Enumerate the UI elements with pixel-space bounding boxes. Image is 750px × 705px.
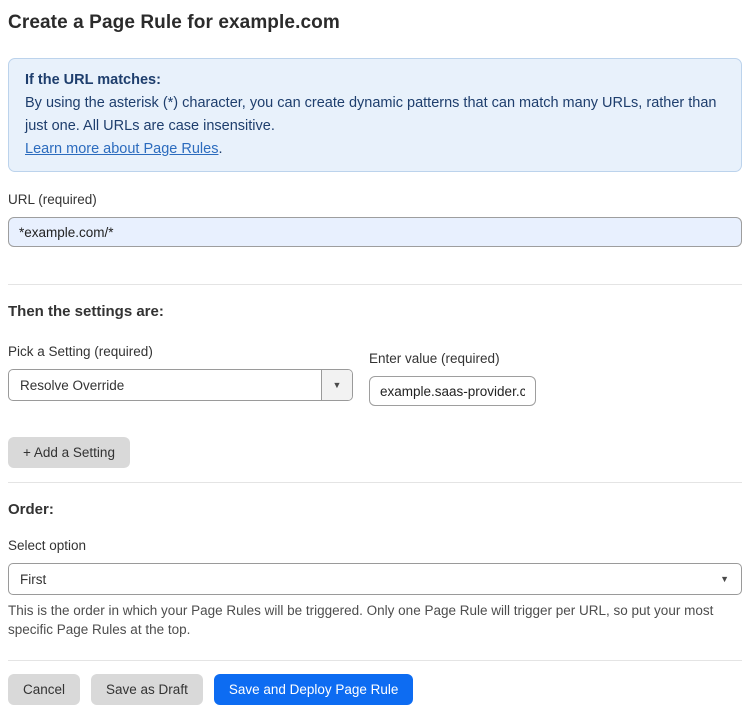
setting-value-input[interactable] bbox=[369, 376, 536, 406]
save-as-draft-button[interactable]: Save as Draft bbox=[91, 674, 203, 705]
order-select[interactable]: First ▼ bbox=[8, 563, 742, 595]
url-match-info-box: If the URL matches: By using the asteris… bbox=[8, 58, 742, 172]
setting-picker-select[interactable]: Resolve Override ▼ bbox=[8, 369, 353, 401]
divider bbox=[8, 284, 742, 285]
setting-picker-label: Pick a Setting (required) bbox=[8, 344, 153, 359]
chevron-down-icon: ▼ bbox=[332, 379, 342, 390]
order-selected-value: First bbox=[20, 571, 47, 587]
url-field-label: URL (required) bbox=[8, 192, 97, 207]
setting-picker-column: Pick a Setting (required) Resolve Overri… bbox=[8, 324, 353, 406]
info-box-link-line: Learn more about Page Rules. bbox=[25, 138, 725, 161]
setting-value-label: Enter value (required) bbox=[369, 351, 500, 366]
chevron-down-icon: ▼ bbox=[720, 573, 729, 584]
divider bbox=[8, 482, 742, 483]
footer-buttons: Cancel Save as Draft Save and Deploy Pag… bbox=[8, 674, 742, 705]
info-box-heading: If the URL matches: bbox=[25, 72, 161, 88]
divider bbox=[8, 660, 742, 661]
settings-section-heading: Then the settings are: bbox=[8, 303, 164, 320]
setting-value-column: Enter value (required) bbox=[369, 331, 536, 406]
learn-more-period: . bbox=[218, 141, 223, 157]
order-help-text: This is the order in which your Page Rul… bbox=[8, 603, 714, 637]
add-setting-button[interactable]: + Add a Setting bbox=[8, 437, 130, 468]
setting-picker-arrow-segment[interactable]: ▼ bbox=[321, 370, 352, 400]
setting-picker-selected-value: Resolve Override bbox=[20, 377, 125, 393]
learn-more-link[interactable]: Learn more about Page Rules bbox=[25, 141, 218, 157]
save-and-deploy-button[interactable]: Save and Deploy Page Rule bbox=[213, 674, 414, 705]
order-select-label: Select option bbox=[8, 538, 87, 553]
create-page-rule-form: Create a Page Rule for example.com If th… bbox=[0, 0, 750, 705]
order-section-heading: Order: bbox=[8, 501, 54, 518]
settings-row: Pick a Setting (required) Resolve Overri… bbox=[8, 324, 742, 406]
page-title: Create a Page Rule for example.com bbox=[8, 12, 340, 33]
info-box-body: By using the asterisk (*) character, you… bbox=[25, 95, 717, 134]
url-input[interactable] bbox=[8, 217, 742, 247]
cancel-button[interactable]: Cancel bbox=[8, 674, 81, 705]
